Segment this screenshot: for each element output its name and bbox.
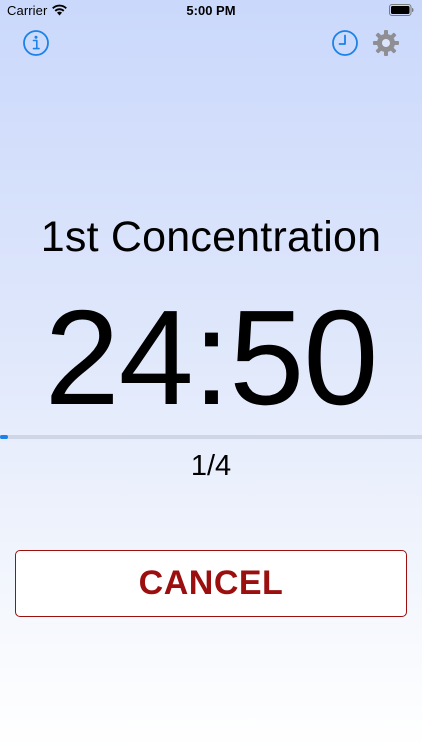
settings-button[interactable] (372, 29, 400, 57)
clock-icon (332, 30, 358, 56)
phase-title: 1st Concentration (40, 213, 382, 261)
progress-bar (0, 435, 422, 439)
countdown-timer: 24:50 (44, 282, 379, 433)
round-counter: 1/4 (190, 450, 232, 482)
cancel-button[interactable]: CANCEL (15, 550, 407, 617)
info-button[interactable] (22, 29, 50, 57)
cancel-button-label: CANCEL (138, 564, 284, 602)
info-icon (23, 30, 49, 56)
gear-icon (373, 30, 399, 56)
status-bar: Carrier 5:00 PM (0, 0, 422, 24)
progress-fill (0, 435, 9, 439)
status-time: 5:00 PM (186, 3, 236, 18)
history-button[interactable] (331, 29, 359, 57)
battery-icon (389, 4, 414, 16)
